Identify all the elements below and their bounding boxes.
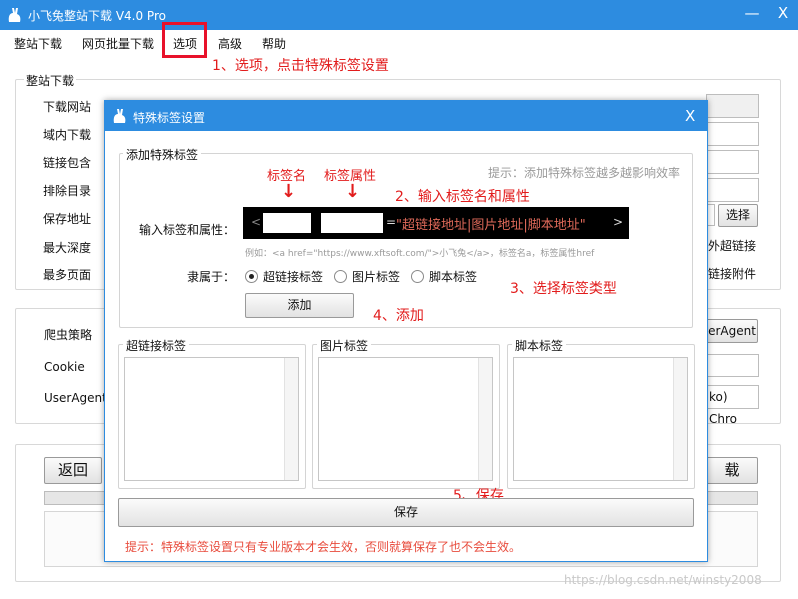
cookie-input[interactable] — [706, 354, 759, 377]
menu-help[interactable]: 帮助 — [262, 35, 286, 52]
external-links-label: 外超链接 — [708, 239, 757, 253]
efficiency-hint: 提示：添加特殊标签越多越影响效率 — [488, 166, 681, 180]
tag-editor: < = "超链接地址|图片地址|脚本地址" > — [243, 207, 629, 239]
max-depth-label: 最大深度 — [43, 241, 92, 255]
close-button[interactable]: X — [771, 4, 795, 22]
arrow-down-icon: ↓ — [345, 181, 361, 202]
tag-attr-input[interactable] — [321, 213, 383, 233]
image-tag-title: 图片标签 — [317, 337, 372, 354]
rabbit-logo-icon — [113, 109, 126, 123]
script-tag-title: 脚本标签 — [512, 337, 567, 354]
back-button[interactable]: 返回 — [44, 457, 102, 484]
scrollbar[interactable] — [478, 358, 492, 480]
radio-script[interactable] — [411, 270, 424, 283]
domain-input[interactable] — [706, 122, 759, 146]
window-title: 小飞兔整站下载 V4.0 Pro — [28, 9, 166, 23]
annotation-step2: 2、输入标签名和属性 — [395, 189, 530, 205]
dialog-title: 特殊标签设置 — [133, 111, 206, 125]
link-tag-title: 超链接标签 — [123, 337, 190, 354]
radio-script-label[interactable]: 脚本标签 — [429, 268, 477, 285]
special-tag-dialog: 特殊标签设置 X 添加特殊标签 提示：添加特殊标签越多越影响效率 标签名 标签属… — [104, 100, 708, 562]
arrow-down-icon: ↓ — [281, 181, 297, 202]
rabbit-logo-icon — [8, 8, 21, 22]
site-label: 下载网站 — [43, 100, 92, 114]
example-text: 例如：<a href="https://www.xftsoft.com/">小飞… — [245, 249, 595, 259]
close-bracket: > — [613, 215, 624, 229]
footer-hint: 提示：特殊标签设置只有专业版本才会生效，否则就算保存了也不会生效。 — [125, 540, 522, 554]
crawler-label: 爬虫策略 — [44, 328, 93, 342]
radio-image-label[interactable]: 图片标签 — [352, 268, 400, 285]
scrollbar[interactable] — [284, 358, 298, 480]
image-tag-list[interactable] — [318, 357, 493, 481]
equals-sign: = — [386, 215, 397, 229]
radio-image[interactable] — [334, 270, 347, 283]
add-button[interactable]: 添加 — [245, 293, 354, 318]
site-input[interactable] — [706, 94, 759, 118]
domain-label: 域内下载 — [43, 128, 92, 142]
tag-name-input[interactable] — [263, 213, 311, 233]
radio-link[interactable] — [245, 270, 258, 283]
save-path-label: 保存地址 — [43, 212, 92, 226]
link-tag-list[interactable] — [124, 357, 299, 481]
link-attachments-label: 链接附件 — [708, 267, 757, 281]
tag-value-text: "超链接地址|图片地址|脚本地址" — [396, 218, 586, 233]
input-tag-label: 输入标签和属性： — [139, 223, 236, 237]
annotation-step3: 3、选择标签类型 — [510, 281, 617, 297]
max-pages-label: 最多页面 — [43, 268, 92, 282]
useragent-label: UserAgent — [44, 391, 107, 405]
menu-site-download[interactable]: 整站下载 — [14, 35, 62, 52]
download-button[interactable]: 载 — [706, 457, 758, 484]
title-bar: 小飞兔整站下载 V4.0 Pro — X — [0, 0, 798, 30]
radio-link-label[interactable]: 超链接标签 — [263, 268, 323, 285]
useragent-button[interactable]: erAgent — [706, 319, 758, 343]
annotation-step1: 1、选项，点击特殊标签设置 — [212, 58, 389, 74]
link-contains-label: 链接包含 — [43, 156, 92, 170]
link-contains-input[interactable] — [706, 150, 759, 174]
dialog-title-bar: 特殊标签设置 X — [105, 101, 707, 131]
cookie-label: Cookie — [44, 360, 85, 374]
useragent-input[interactable]: ko) Chro — [706, 385, 759, 426]
browse-button[interactable]: 选择 — [718, 204, 758, 227]
belongs-label: 隶属于： — [187, 270, 236, 284]
add-tag-group-title: 添加特殊标签 — [123, 146, 202, 163]
site-download-group-title: 整站下载 — [24, 72, 77, 89]
open-bracket: < — [251, 215, 262, 229]
scrollbar[interactable] — [673, 358, 687, 480]
exclude-label: 排除目录 — [43, 184, 92, 198]
save-button[interactable]: 保存 — [118, 498, 694, 527]
annotation-step4: 4、添加 — [373, 308, 424, 324]
menu-bar: 整站下载 网页批量下载 选项 高级 帮助 — [0, 30, 798, 56]
menu-advanced[interactable]: 高级 — [218, 35, 242, 52]
script-tag-list[interactable] — [513, 357, 688, 481]
options-highlight-box — [162, 22, 207, 58]
minimize-button[interactable]: — — [740, 4, 764, 22]
menu-batch-download[interactable]: 网页批量下载 — [82, 35, 154, 52]
exclude-input[interactable] — [706, 178, 759, 202]
watermark: https://blog.csdn.net/winsty2008 — [564, 573, 762, 587]
dialog-close-button[interactable]: X — [685, 107, 695, 125]
